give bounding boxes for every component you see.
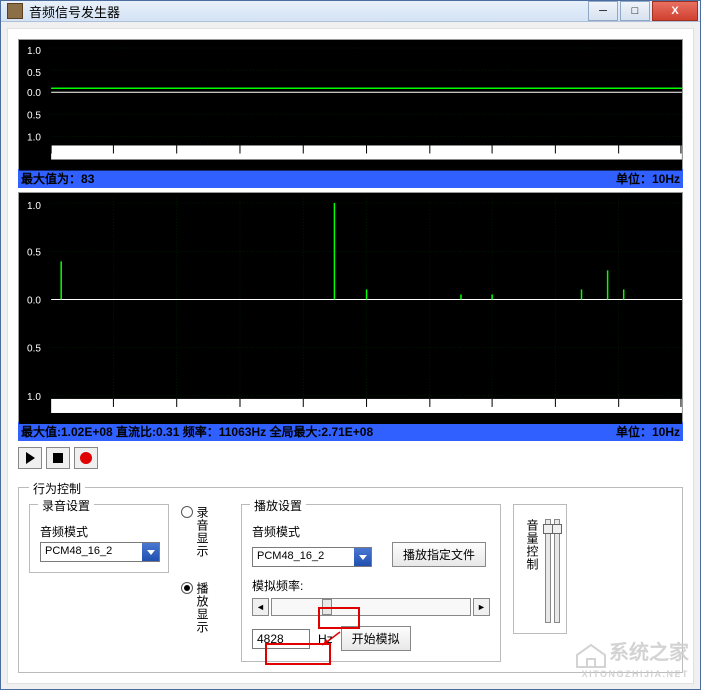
volume-slider-right[interactable] <box>554 519 560 623</box>
sim-freq-label: 模拟频率: <box>252 577 490 594</box>
record-legend: 录音设置 <box>38 497 94 514</box>
radio-icon <box>181 582 193 594</box>
behavior-control-group: 行为控制 录音设置 音频模式 PCM48_16_2 录音显示 <box>18 487 683 673</box>
svg-text:7: 7 <box>490 161 496 171</box>
svg-text:0.5: 0.5 <box>27 344 41 355</box>
play-settings-group: 播放设置 音频模式 PCM48_16_2 播放指定文件 模拟频率: ◄ ► <box>241 504 501 662</box>
slider-left-button[interactable]: ◄ <box>252 598 269 616</box>
svg-text:0: 0 <box>49 161 55 171</box>
svg-text:8: 8 <box>553 161 559 171</box>
play-mode-label: 音频模式 <box>252 523 490 540</box>
svg-text:9: 9 <box>617 161 623 171</box>
svg-text:0.5: 0.5 <box>27 68 41 79</box>
record-settings-group: 录音设置 音频模式 PCM48_16_2 <box>29 504 169 573</box>
record-button[interactable] <box>74 447 98 469</box>
svg-text:720: 720 <box>230 414 247 424</box>
svg-text:0.5: 0.5 <box>27 110 41 121</box>
freq-slider[interactable]: ◄ ► <box>252 598 490 616</box>
radio-play-label: 播放显示 <box>196 582 208 634</box>
radio-record-display[interactable]: 录音显示 <box>181 506 229 558</box>
svg-text:1.0: 1.0 <box>27 201 41 212</box>
svg-text:1: 1 <box>111 161 117 171</box>
max-value: 83 <box>81 172 94 186</box>
play-mode-combo[interactable]: PCM48_16_2 <box>252 547 372 567</box>
waveform-status-bar: 最大值为：83 单位：10Hz <box>18 169 683 188</box>
play-button[interactable] <box>18 447 42 469</box>
svg-text:1.0: 1.0 <box>27 46 41 57</box>
play-icon <box>26 452 35 464</box>
display-mode-radios: 录音显示 播放显示 <box>181 506 229 634</box>
svg-text:3: 3 <box>238 161 244 171</box>
start-sim-button[interactable]: 开始模拟 <box>341 626 411 651</box>
svg-text:4: 4 <box>301 161 307 171</box>
svg-text:1.0: 1.0 <box>27 392 41 403</box>
record-mode-label: 音频模式 <box>40 523 158 540</box>
radio-record-label: 录音显示 <box>196 506 208 558</box>
svg-text:1200: 1200 <box>353 414 376 424</box>
freq-input[interactable] <box>252 629 310 649</box>
slider-track[interactable] <box>271 598 471 616</box>
volume-legend: 音量控制 <box>524 519 541 623</box>
svg-text:1680: 1680 <box>479 414 502 424</box>
svg-text:0.5: 0.5 <box>27 247 41 258</box>
svg-text:2: 2 <box>175 161 181 171</box>
maximize-button[interactable]: □ <box>620 1 650 21</box>
close-button[interactable]: X <box>652 1 698 21</box>
svg-text:0.0: 0.0 <box>27 295 41 306</box>
spectrum-stats: 最大值:1.02E+08 直流比:0.31 频率：11063Hz 全局最大:2.… <box>21 423 616 440</box>
stop-icon <box>53 453 63 463</box>
behavior-legend: 行为控制 <box>29 480 85 497</box>
svg-text:960: 960 <box>293 414 310 424</box>
play-legend: 播放设置 <box>250 497 306 514</box>
svg-text:1920: 1920 <box>542 414 565 424</box>
radio-icon <box>181 506 193 518</box>
svg-text:0.0: 0.0 <box>27 88 41 99</box>
chevron-down-icon <box>142 543 159 561</box>
stop-button[interactable] <box>46 447 70 469</box>
play-mode-value: PCM48_16_2 <box>253 548 354 566</box>
svg-text:240: 240 <box>103 414 120 424</box>
minimize-button[interactable]: ─ <box>588 1 618 21</box>
play-file-button[interactable]: 播放指定文件 <box>392 542 486 567</box>
volume-slider-left[interactable] <box>545 519 551 623</box>
svg-text:6: 6 <box>428 161 434 171</box>
svg-text:1.0: 1.0 <box>27 132 41 143</box>
transport-controls <box>18 447 683 469</box>
record-mode-combo[interactable]: PCM48_16_2 <box>40 542 160 562</box>
unit-label: 单位： <box>616 172 652 186</box>
slider-right-button[interactable]: ► <box>473 598 490 616</box>
slider-thumb[interactable] <box>552 524 562 534</box>
unit-label: 单位： <box>616 425 652 439</box>
unit-value: 10Hz <box>652 425 680 439</box>
client-area: 0 1 2 3 4 5 6 7 8 9 10 1.0 0.5 0.0 0.5 1.0 最大值为：83… <box>7 28 694 684</box>
unit-value: 10Hz <box>652 172 680 186</box>
slider-thumb[interactable] <box>322 599 332 615</box>
app-icon <box>7 3 23 19</box>
record-mode-value: PCM48_16_2 <box>41 543 142 561</box>
app-window: 音频信号发生器 ─ □ X <box>0 0 701 690</box>
max-label: 最大值为： <box>21 172 81 186</box>
spectrum-plot: 240480720 96012001440 168019202160 2400 … <box>18 192 683 422</box>
volume-control-group: 音量控制 <box>513 504 567 634</box>
spectrum-status-bar: 最大值:1.02E+08 直流比:0.31 频率：11063Hz 全局最大:2.… <box>18 422 683 441</box>
radio-play-display[interactable]: 播放显示 <box>181 582 229 634</box>
titlebar: 音频信号发生器 ─ □ X <box>1 1 700 22</box>
waveform-plot: 0 1 2 3 4 5 6 7 8 9 10 1.0 0.5 0.0 0.5 1.0 <box>18 39 683 169</box>
svg-text:2160: 2160 <box>606 414 629 424</box>
hz-label: Hz <box>318 632 333 646</box>
svg-text:5: 5 <box>365 161 371 171</box>
svg-text:2400: 2400 <box>662 414 682 424</box>
svg-text:1440: 1440 <box>417 414 440 424</box>
svg-text:10: 10 <box>671 161 682 171</box>
chevron-down-icon <box>354 548 371 566</box>
svg-text:480: 480 <box>167 414 184 424</box>
record-icon <box>80 452 92 464</box>
window-title: 音频信号发生器 <box>29 2 588 21</box>
